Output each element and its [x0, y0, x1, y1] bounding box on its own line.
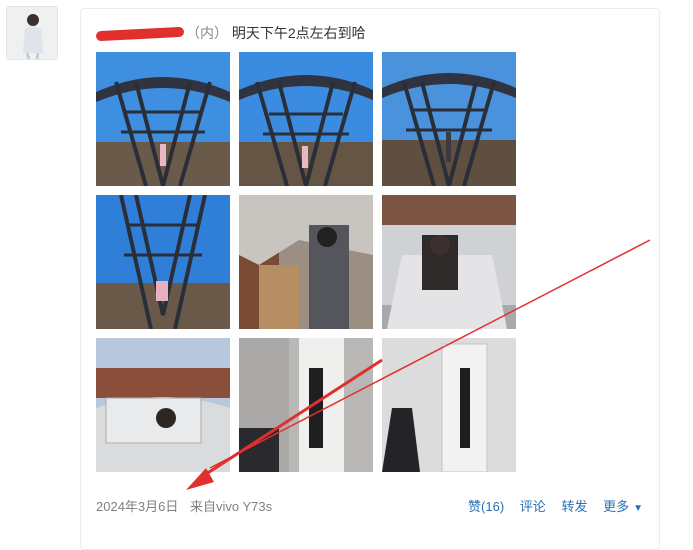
chevron-down-icon: ▼	[633, 503, 643, 514]
photo-thumbnail[interactable]	[239, 338, 373, 472]
photo-thumbnail[interactable]	[382, 52, 516, 186]
photo-thumbnail[interactable]	[382, 195, 516, 329]
more-button[interactable]: 更多 ▼	[603, 499, 643, 514]
post-author-name[interactable]: （内）	[186, 25, 228, 41]
photo-grid	[96, 52, 516, 472]
post-footer: 2024年3月6日 来自vivo Y73s	[96, 496, 280, 515]
more-label: 更多	[603, 499, 630, 514]
photo-thumbnail[interactable]	[96, 52, 230, 186]
post-date[interactable]: 2024年3月6日	[96, 499, 178, 514]
post-actions: 赞(16) 评论 转发 更多 ▼	[456, 496, 643, 515]
redaction-mark	[95, 27, 185, 42]
like-button[interactable]: 赞(16)	[468, 499, 504, 514]
photo-thumbnail[interactable]	[96, 338, 230, 472]
user-avatar[interactable]	[6, 6, 58, 60]
post-header: （内） 明天下午2点左右到哈	[95, 23, 366, 43]
comment-button[interactable]: 评论	[520, 499, 546, 514]
post-source: 来自vivo Y73s	[190, 499, 273, 514]
forward-button[interactable]: 转发	[561, 499, 587, 514]
photo-thumbnail[interactable]	[382, 338, 516, 472]
photo-thumbnail[interactable]	[239, 52, 373, 186]
post-text: 明天下午2点左右到哈	[231, 25, 366, 41]
photo-thumbnail[interactable]	[239, 195, 373, 329]
photo-thumbnail[interactable]	[96, 195, 230, 329]
